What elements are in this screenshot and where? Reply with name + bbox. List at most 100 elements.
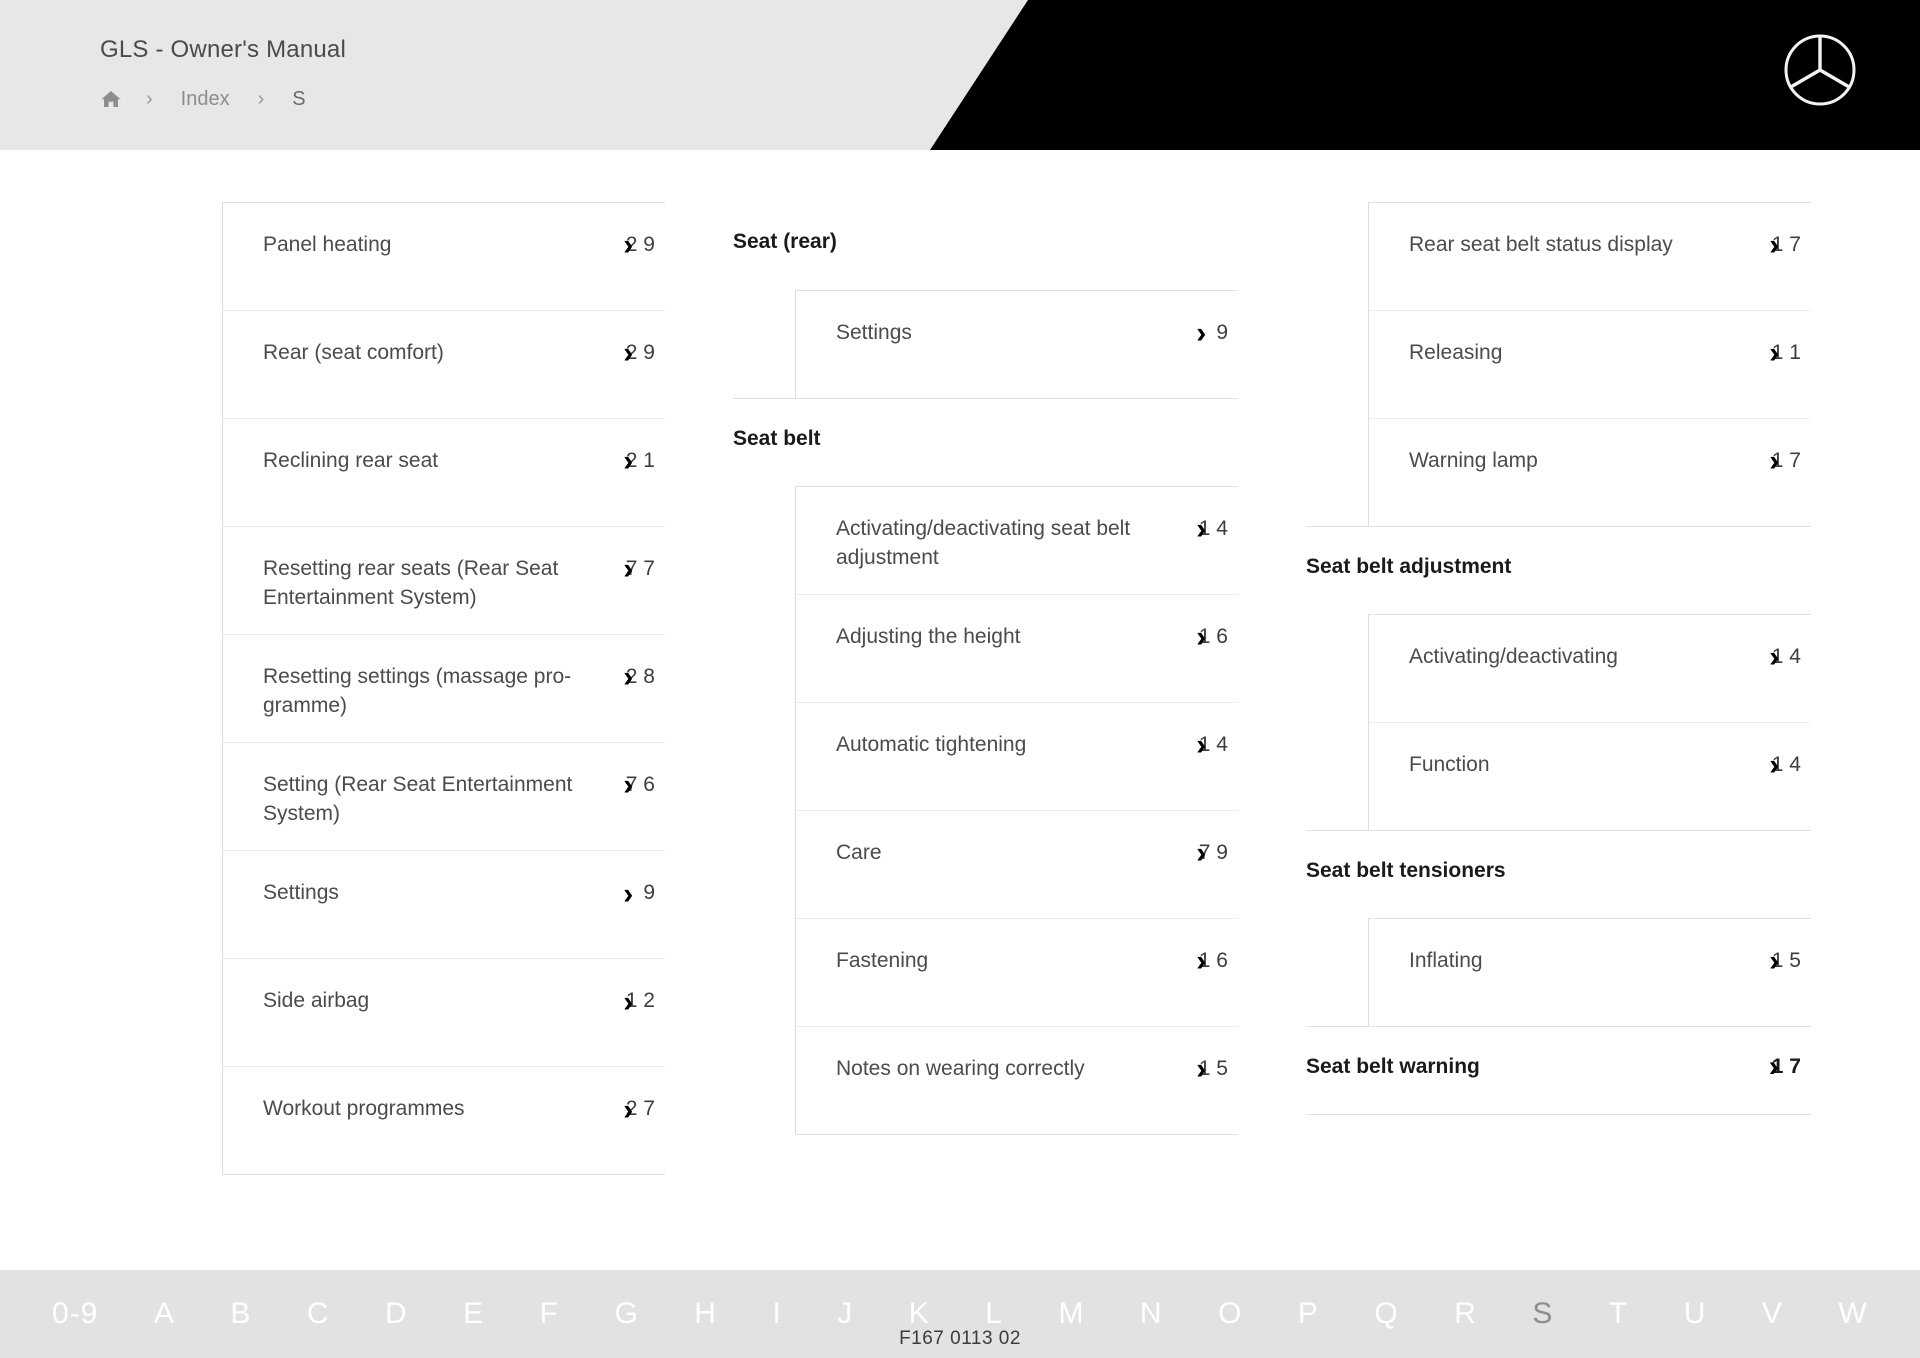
alphabet-letter-r[interactable]: R: [1454, 1299, 1477, 1329]
alphabet-letter-d[interactable]: D: [385, 1299, 408, 1329]
index-entry-page-number: 1 4 ›: [1172, 514, 1230, 544]
index-entry[interactable]: Releasing 1 1 ›: [1368, 310, 1811, 418]
alphabet-letter-w[interactable]: W: [1838, 1299, 1867, 1329]
alphabet-letter-n[interactable]: N: [1140, 1299, 1163, 1329]
index-entry-label: Side airbag: [263, 989, 370, 1013]
index-entry-label: Activating/deactivating seat belt adjust…: [836, 517, 1131, 569]
alphabet-letter-f[interactable]: F: [540, 1299, 559, 1329]
index-section-heading[interactable]: Seat belt: [733, 398, 1238, 486]
index-columns: Panel heating 2 9 › Rear (seat comfort) 2 9 ›…: [160, 202, 1811, 1176]
index-section-heading[interactable]: Seat belt warning 1 7 ›: [1306, 1026, 1811, 1114]
page-number-text: 1 7: [1771, 449, 1801, 472]
index-entry-page-number: 1 1 ›: [1745, 338, 1803, 368]
index-section-heading[interactable]: Seat belt tensioners: [1306, 830, 1811, 918]
index-entry[interactable]: Function 1 4 ›: [1368, 722, 1811, 830]
alphabet-letter-u[interactable]: U: [1684, 1299, 1707, 1329]
index-entry[interactable]: Setting (Rear Seat Entertainment System)…: [222, 742, 665, 851]
breadcrumb-separator-2: ›: [257, 88, 265, 110]
alphabet-letter-g[interactable]: G: [614, 1299, 638, 1329]
alphabet-letter-v[interactable]: V: [1762, 1299, 1783, 1329]
index-entry-page-number: 2 9 ›: [599, 230, 657, 260]
page-number-text: 2 8: [625, 665, 655, 689]
breadcrumb-item-s[interactable]: S: [288, 88, 309, 111]
index-entry[interactable]: Care 7 9 ›: [795, 810, 1238, 919]
index-entry[interactable]: Rear (seat comfort) 2 9 ›: [222, 310, 665, 418]
page-number-text: 1 6: [1198, 949, 1228, 973]
index-entry-label: Resetting settings (massage pro-gramme): [263, 665, 572, 717]
alphabet-letter-p[interactable]: P: [1298, 1299, 1319, 1329]
alphabet-letter-o[interactable]: O: [1218, 1299, 1242, 1329]
page-number-text: 1 4: [1771, 753, 1801, 776]
index-entry[interactable]: Resetting rear seats (Rear Seat Entertai…: [222, 526, 665, 635]
index-entry[interactable]: Side airbag 1 2 ›: [222, 958, 665, 1067]
index-entry[interactable]: Fastening 1 6 ›: [795, 918, 1238, 1027]
index-entry[interactable]: Activating/deactivating 1 4 ›: [1368, 614, 1811, 722]
index-entry[interactable]: Workout programmes 2 7 ›: [222, 1066, 665, 1175]
alphabet-letter-h[interactable]: H: [694, 1299, 717, 1329]
alphabet-letter-m[interactable]: M: [1058, 1299, 1084, 1329]
index-entry-label: Reclining rear seat: [263, 449, 439, 472]
index-entry[interactable]: Reclining rear seat 2 1 ›: [222, 418, 665, 526]
index-entry-label: Panel heating: [263, 233, 392, 256]
index-entry[interactable]: Inflating 1 5 ›: [1368, 918, 1811, 1026]
mercedes-star-logo-icon: [1782, 32, 1858, 108]
index-entry-page-number: 2 1 ›: [599, 446, 657, 476]
alphabet-letter-c[interactable]: C: [307, 1299, 330, 1329]
index-entry-label: Seat belt adjustment: [1306, 555, 1512, 578]
alphabet-letter-s[interactable]: S: [1532, 1299, 1553, 1329]
index-entry-label: Automatic tightening: [836, 733, 1027, 757]
index-entry[interactable]: Automatic tightening 1 4 ›: [795, 702, 1238, 811]
alphabet-letter-q[interactable]: Q: [1374, 1299, 1398, 1329]
index-entry-page-number: 1 5 ›: [1172, 1054, 1230, 1084]
index-entry-page-number: 7 9 ›: [1172, 838, 1230, 868]
index-section-heading[interactable]: Seat (rear): [733, 202, 1238, 290]
index-entry[interactable]: Settings 9 ›: [222, 850, 665, 959]
index-entry-label: Seat belt tensioners: [1306, 859, 1506, 882]
index-entry[interactable]: Panel heating 2 9 ›: [222, 202, 665, 310]
index-entry[interactable]: Resetting settings (massage pro-gramme) 2…: [222, 634, 665, 743]
header-black-panel: [930, 0, 1920, 150]
alphabet-letter-b[interactable]: B: [230, 1299, 251, 1329]
index-entry-page-number: 7 6 ›: [599, 771, 657, 801]
alphabet-letter-i[interactable]: I: [772, 1299, 781, 1329]
index-entry-label: Workout programmes: [263, 1097, 465, 1121]
index-entry[interactable]: Warning lamp 1 7 ›: [1368, 418, 1811, 526]
index-column: Rear seat belt status display 1 7 › Releasi…: [1306, 202, 1811, 1175]
alphabet-letter-l[interactable]: L: [985, 1299, 1003, 1329]
alphabet-letter-0-9[interactable]: 0-9: [52, 1299, 98, 1329]
index-section-heading[interactable]: Seat belt adjustment: [1306, 526, 1811, 614]
index-entry-page-number: 2 8 ›: [599, 662, 657, 692]
index-entry-label: Settings: [836, 321, 912, 344]
index-entry-label: Adjusting the height: [836, 625, 1021, 649]
index-entry[interactable]: Notes on wearing correctly 1 5 ›: [795, 1026, 1238, 1135]
page-number-text: 1 4: [1198, 733, 1228, 757]
alphabet-letter-j[interactable]: J: [837, 1299, 853, 1329]
breadcrumb-item-index[interactable]: Index: [177, 88, 234, 111]
index-entry-page-number: 1 4 ›: [1172, 730, 1230, 760]
index-entry[interactable]: Activating/deactivating seat belt adjust…: [795, 486, 1238, 595]
page-number-text: 1 1: [1771, 341, 1801, 364]
index-entry[interactable]: Adjusting the height 1 6 ›: [795, 594, 1238, 703]
index-entry[interactable]: Rear seat belt status display 1 7 ›: [1368, 202, 1811, 310]
index-entry[interactable]: Settings 9 ›: [795, 290, 1238, 398]
alphabet-letter-t[interactable]: T: [1609, 1299, 1628, 1329]
index-entry-label: Seat belt warning: [1306, 1055, 1480, 1078]
index-entry-page-number: 2 9 ›: [599, 338, 657, 368]
manual-index-page: GLS - Owner's Manual › Index › S Panel h…: [0, 0, 1920, 1358]
index-entry-label: Notes on wearing correctly: [836, 1057, 1085, 1081]
page-number-text: 7 6: [625, 773, 655, 797]
index-entry-label: Inflating: [1409, 949, 1483, 972]
breadcrumb: › Index › S: [100, 82, 310, 116]
document-code: F167 0113 02: [899, 1328, 1021, 1349]
home-icon[interactable]: [100, 89, 122, 109]
page-number-text: 1 4: [1771, 645, 1801, 668]
index-entry-label: Fastening: [836, 949, 929, 973]
index-entry-label: Setting (Rear Seat Entertainment System): [263, 773, 573, 825]
index-entry-label: Rear seat belt status display: [1409, 233, 1673, 256]
chevron-right-icon: ›: [623, 877, 634, 911]
column-bottom-rule: [222, 1174, 665, 1176]
alphabet-letter-k[interactable]: K: [909, 1299, 930, 1329]
alphabet-letter-e[interactable]: E: [463, 1299, 484, 1329]
index-entry-label: Rear (seat comfort): [263, 341, 444, 364]
alphabet-letter-a[interactable]: A: [154, 1299, 175, 1329]
